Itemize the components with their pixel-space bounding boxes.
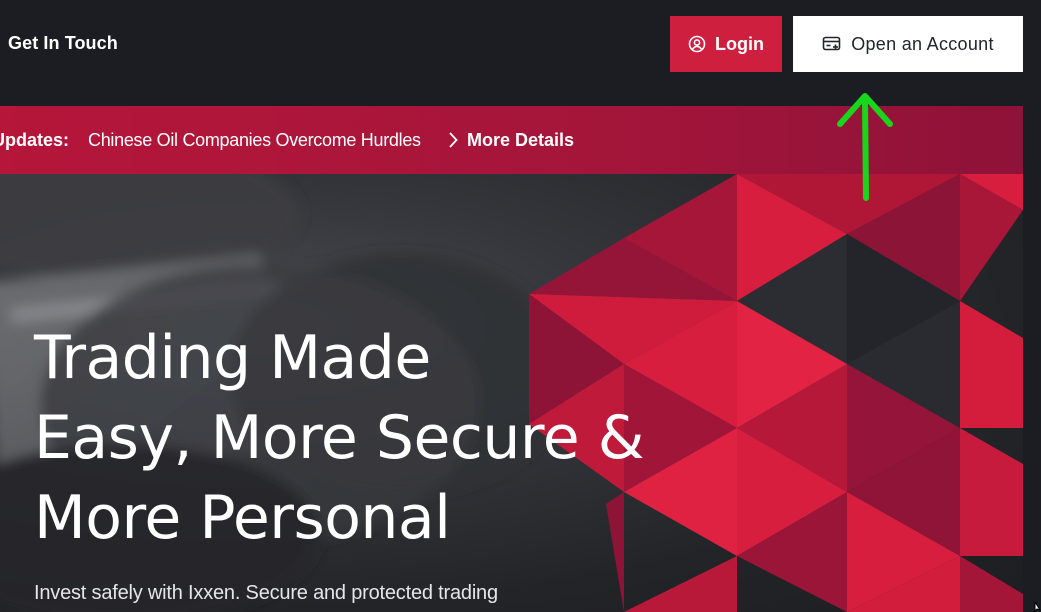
green-up-arrow-icon <box>837 93 893 201</box>
login-label: Login <box>715 33 764 54</box>
hero-title: Trading Made Easy, More Secure & More Pe… <box>34 318 734 558</box>
hero-subtitle: Invest safely with Ixxen. Secure and pro… <box>34 582 498 604</box>
open-account-button[interactable]: Open an Account <box>793 16 1023 72</box>
hero-section: Trading Made Easy, More Secure & More Pe… <box>0 174 1023 612</box>
user-circle-icon <box>688 35 706 53</box>
open-account-label: Open an Account <box>851 33 994 54</box>
chevron-right-icon <box>447 131 459 154</box>
updates-headline-link[interactable]: Chinese Oil Companies Overcome Hurdles <box>88 130 421 151</box>
mouse-cursor-icon <box>1034 602 1041 612</box>
more-details-link[interactable]: More Details <box>467 130 574 151</box>
card-plus-icon <box>822 35 842 53</box>
hero-title-line-3: More Personal <box>34 483 451 553</box>
page: Get In Touch Login Open an Account Updat… <box>0 0 1041 612</box>
get-in-touch-link[interactable]: Get In Touch <box>8 33 118 54</box>
hero-title-line-2: Easy, More Secure & <box>34 403 645 473</box>
updates-label: Updates: <box>0 129 70 150</box>
login-button[interactable]: Login <box>670 16 782 72</box>
hero-title-line-1: Trading Made <box>34 323 431 393</box>
